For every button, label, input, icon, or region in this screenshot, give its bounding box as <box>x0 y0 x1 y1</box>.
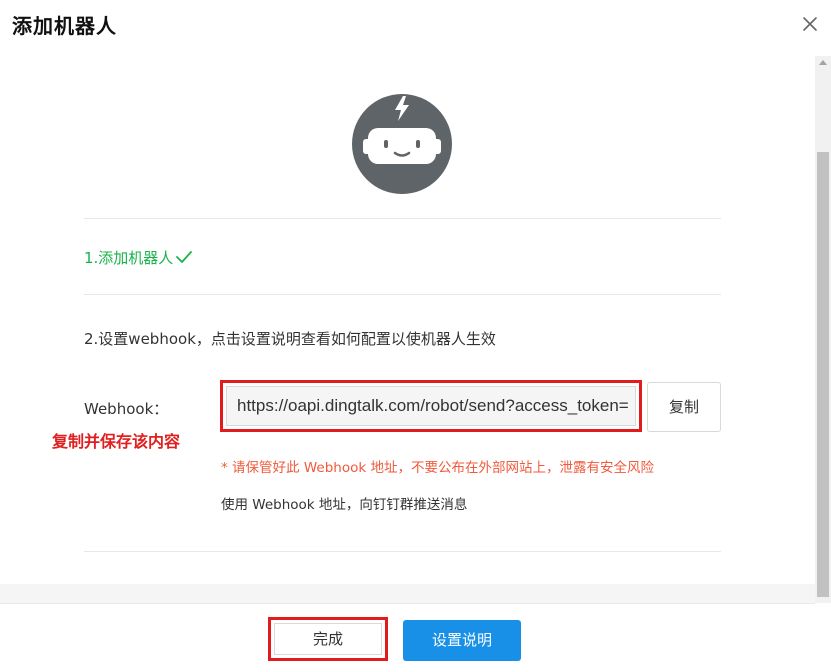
robot-icon <box>346 94 458 194</box>
divider <box>84 294 721 295</box>
step-2-label: 2.设置webhook，点击设置说明查看如何配置以使机器人生效 <box>84 330 496 348</box>
done-button[interactable]: 完成 <box>274 623 382 655</box>
webhook-url-input[interactable]: https://oapi.dingtalk.com/robot/send?acc… <box>226 386 636 426</box>
webhook-url-highlight: https://oapi.dingtalk.com/robot/send?acc… <box>220 380 642 432</box>
divider <box>84 218 721 219</box>
scroll-thumb[interactable] <box>817 152 829 597</box>
copy-annotation: 复制并保存该内容 <box>52 432 181 451</box>
step-1-label: 1.添加机器人 <box>84 249 174 267</box>
copy-button[interactable]: 复制 <box>647 382 721 432</box>
webhook-usage-info: 使用 Webhook 地址，向钉钉群推送消息 <box>221 497 468 513</box>
check-icon <box>175 250 193 268</box>
divider <box>84 551 721 552</box>
dialog-title: 添加机器人 <box>12 14 117 38</box>
done-button-highlight: 完成 <box>268 617 388 661</box>
add-robot-dialog: 添加机器人 1.添加机器人 2.设置webhook，点击设置说明查看如何配置以使… <box>0 0 831 672</box>
close-icon[interactable] <box>800 14 820 34</box>
body-bottom-band <box>0 584 815 603</box>
webhook-label: Webhook： <box>84 400 169 418</box>
security-warning: * 请保管好此 Webhook 地址，不要公布在外部网站上，泄露有安全风险 <box>221 460 654 476</box>
scroll-up-arrow-icon[interactable] <box>819 60 827 65</box>
step-1-status: 1.添加机器人 <box>84 247 193 268</box>
vertical-scrollbar[interactable] <box>815 56 831 603</box>
setup-instructions-button[interactable]: 设置说明 <box>403 620 521 661</box>
